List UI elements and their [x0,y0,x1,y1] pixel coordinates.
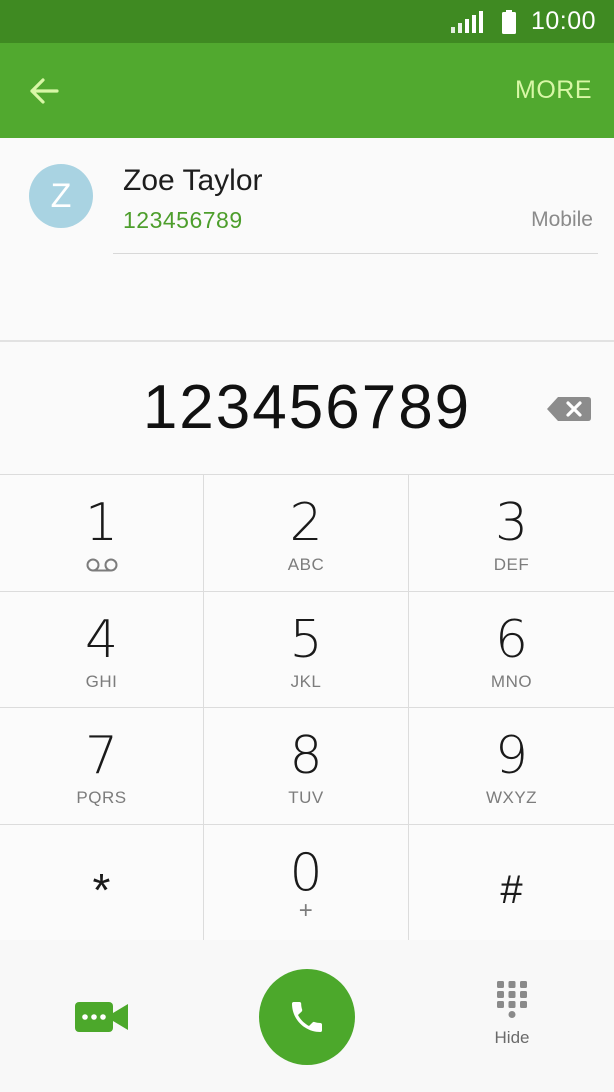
contact-suggestion-item[interactable]: Z Zoe Taylor 123456789 Mobile [0,138,614,254]
status-time: 10:00 [530,7,596,35]
key-4[interactable]: 4 GHI [0,591,204,708]
key-8[interactable]: 8 TUV [204,708,409,825]
key-letters: MNO [490,671,533,691]
key-star[interactable]: * [0,824,204,941]
backspace-button[interactable] [546,395,592,423]
contact-name: Zoe Taylor [123,164,263,197]
contact-number-type: Mobile [531,208,593,231]
key-0[interactable]: 0 + [204,824,409,941]
contact-number: 123456789 [123,207,243,233]
key-letters: WXYZ [485,788,538,807]
key-digit: 1 [84,493,119,553]
key-digit: 8 [289,726,323,786]
signal-icon [450,10,483,33]
key-digit: 2 [289,493,323,553]
dialpad: 1 2 ABC 3 DEF 4 GHI 5 JKL 6 MNO 7 PQRS 8… [0,474,614,941]
key-letters: DEF [493,555,530,574]
key-digit: 0 [289,842,323,903]
key-digit: 6 [494,609,529,670]
key-digit: 4 [84,609,119,670]
phone-icon [292,1002,322,1032]
key-1[interactable]: 1 [0,475,204,592]
voicemail-icon [86,558,117,572]
arrow-left-icon [30,77,59,104]
backspace-icon [547,397,591,421]
key-letters: JKL [290,671,322,691]
battery-icon [501,9,516,34]
key-letters: TUV [288,788,324,807]
dialed-number[interactable]: 123456789 [0,372,614,443]
key-6[interactable]: 6 MNO [409,592,614,708]
avatar: Z [29,164,93,228]
contact-suggestions: Z Zoe Taylor 123456789 Mobile [0,138,614,340]
video-call-button[interactable] [74,1000,130,1034]
more-button[interactable]: MORE [515,76,592,105]
hide-label: Hide [494,1028,530,1047]
key-letters: GHI [85,671,118,691]
key-hash[interactable]: # [409,825,614,941]
key-2[interactable]: 2 ABC [204,475,409,592]
video-call-icon [75,1002,128,1032]
key-digit: 7 [84,726,119,786]
call-button[interactable] [259,969,355,1065]
key-digit: * [92,863,111,916]
key-digit: 9 [494,726,529,786]
back-button[interactable] [26,73,62,109]
key-letters: + [298,896,314,924]
key-5[interactable]: 5 JKL [204,591,409,708]
key-9[interactable]: 9 WXYZ [409,708,614,825]
key-digit: 3 [494,493,529,553]
key-digit: # [500,867,523,912]
dialpad-icon [497,981,527,1018]
key-letters: PQRS [76,788,127,807]
hide-keypad-button[interactable]: Hide [482,980,542,1064]
number-display: 123456789 [0,340,614,474]
key-digit: 5 [289,609,323,670]
key-7[interactable]: 7 PQRS [0,708,204,825]
divider [113,253,598,254]
key-3[interactable]: 3 DEF [409,475,614,592]
key-letters: ABC [287,555,325,574]
app-bar: MORE [0,43,614,138]
status-bar: 10:00 [0,0,614,43]
bottom-action-bar: Hide [0,940,614,1092]
